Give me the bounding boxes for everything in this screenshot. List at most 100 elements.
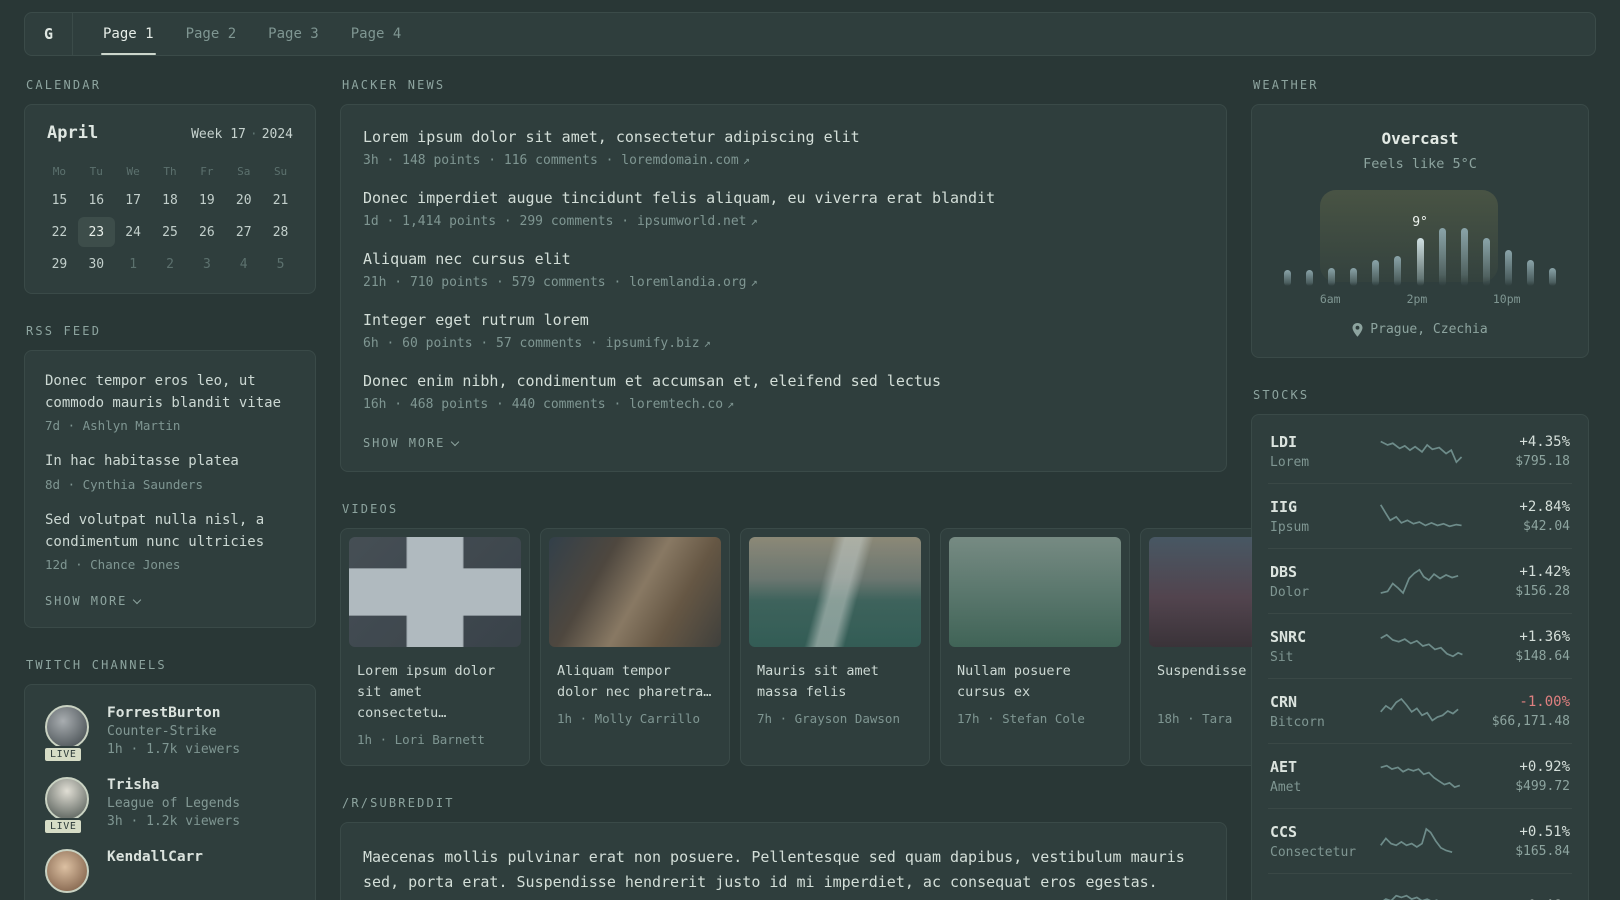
rss-feed-widget: Donec tempor eros leo, ut commodo mauris… — [24, 350, 316, 629]
live-badge: LIVE — [43, 746, 84, 764]
stock-name: Dolor — [1270, 584, 1310, 600]
calendar-day[interactable]: 5 — [262, 249, 299, 279]
nav-tab-page-4[interactable]: Page 4 — [339, 13, 414, 55]
stock-row[interactable]: SNRC Sit +1.36% $148.64 — [1268, 613, 1572, 678]
weather-bar-cell — [1320, 190, 1342, 286]
stock-row[interactable]: DBS Dolor +1.42% $156.28 — [1268, 548, 1572, 613]
videos-carousel: Lorem ipsum dolor sit amet consectetu… 1h… — [340, 528, 1252, 766]
stock-row[interactable]: CRN Bitcorn -1.00% $66,171.48 — [1268, 678, 1572, 743]
calendar-day[interactable]: 15 — [41, 185, 78, 215]
stock-change: +2.84% — [1519, 498, 1570, 515]
twitch-channel-item[interactable]: LIVE ForrestBurton Counter-Strike 1h · 1.7k… — [43, 705, 295, 764]
calendar-day-selected[interactable]: 23 — [77, 217, 115, 247]
calendar-day[interactable]: 29 — [41, 249, 78, 279]
calendar-day[interactable]: 2 — [152, 249, 189, 279]
nav-tab-page-1[interactable]: Page 1 — [91, 13, 166, 55]
separator-dot: · — [249, 127, 258, 142]
reddit-post[interactable]: Maecenas mollis pulvinar erat non posuer… — [363, 845, 1204, 900]
rss-item[interactable]: In hac habitasse platea 8d · Cynthia Saun… — [45, 451, 295, 492]
rss-show-more-button[interactable]: SHOW MORE — [45, 594, 142, 608]
calendar-day[interactable]: 28 — [262, 217, 299, 247]
hn-item-link[interactable]: ipsumify.biz — [606, 336, 700, 351]
stock-row[interactable]: AET Amet +0.92% $499.72 — [1268, 743, 1572, 808]
video-card[interactable]: Nullam posuere cursus ex 17h · Stefan Col… — [940, 528, 1130, 766]
app-logo[interactable]: G — [25, 13, 73, 55]
stocks-widget: LDI Lorem +4.35% $795.18 IIG Ipsum +2.84% $42.0… — [1251, 414, 1589, 900]
hn-item-link[interactable]: loremlandia.org — [629, 275, 746, 290]
video-card[interactable]: Aliquam tempor dolor nec pharetra… 1h · M… — [540, 528, 730, 766]
hn-item-link[interactable]: loremdomain.com — [621, 153, 738, 168]
left-column: CALENDAR April Week 17 · 2024 Mo Tu We Th Fr Sa… — [24, 78, 316, 900]
calendar-day[interactable]: 1 — [115, 249, 152, 279]
external-link-icon: ↗ — [727, 397, 735, 411]
hacker-news-item[interactable]: Integer eget rutrum lorem 6h · 60 points … — [363, 310, 1204, 351]
stock-row[interactable]: LDI Lorem +4.35% $795.18 — [1268, 419, 1572, 483]
hn-item-link[interactable]: loremtech.co — [629, 397, 723, 412]
calendar-day[interactable]: 19 — [188, 185, 225, 215]
external-link-icon: ↗ — [750, 214, 758, 228]
calendar-day[interactable]: 25 — [152, 217, 189, 247]
person-in-field-thumbnail — [1149, 537, 1252, 647]
stock-row[interactable]: AHS+0.46% — [1268, 873, 1572, 900]
stock-symbol: CRN — [1270, 692, 1298, 711]
video-card[interactable]: Lorem ipsum dolor sit amet consectetu… 1h… — [340, 528, 530, 766]
external-link-icon: ↗ — [742, 153, 750, 167]
stock-symbol: CCS — [1270, 822, 1298, 841]
stock-row[interactable]: CCS Consectetur +0.51% $165.84 — [1268, 808, 1572, 873]
hn-item-link[interactable]: ipsumworld.net — [637, 214, 747, 229]
hn-item-title: Donec imperdiet augue tincidunt felis al… — [363, 189, 996, 207]
calendar-day[interactable]: 30 — [78, 249, 115, 279]
weather-bar-cell — [1542, 190, 1564, 286]
stock-symbol: SNRC — [1270, 627, 1307, 646]
calendar-day-name: Su — [273, 164, 288, 178]
weather-bar-cell — [1365, 190, 1387, 286]
chevron-down-icon — [133, 596, 142, 605]
hacker-news-item[interactable]: Aliquam nec cursus elit 21h · 710 points … — [363, 249, 1204, 290]
hacker-news-item[interactable]: Donec enim nibh, condimentum et accumsan… — [363, 371, 1204, 412]
calendar-day[interactable]: 22 — [41, 217, 78, 247]
calendar-day-name: Fr — [200, 164, 214, 178]
stock-symbol: IIG — [1270, 497, 1298, 516]
hn-meta-text: 16h · 468 points · 440 comments · — [363, 397, 630, 412]
calendar-day[interactable]: 4 — [225, 249, 262, 279]
calendar-grid: Mo Tu We Th Fr Sa Su 15 16 17 18 19 20 21 22 23 24 25 26 27… — [41, 159, 299, 279]
video-meta: 18h · Tara — [1157, 711, 1233, 726]
calendar-day[interactable]: 21 — [262, 185, 299, 215]
stock-id: CRN Bitcorn — [1270, 693, 1378, 730]
video-meta: 7h · Grayson Dawson — [757, 711, 900, 726]
video-card[interactable]: Mauris sit amet massa felis 7h · Grayson … — [740, 528, 930, 766]
calendar-day[interactable]: 18 — [152, 185, 189, 215]
rss-item[interactable]: Sed volutpat nulla nisl, a condimentum n… — [45, 510, 295, 572]
rss-item[interactable]: Donec tempor eros leo, ut commodo mauris… — [45, 371, 295, 433]
hn-show-more-button[interactable]: SHOW MORE — [363, 436, 460, 450]
hacker-news-item[interactable]: Lorem ipsum dolor sit amet, consectetur … — [363, 127, 1204, 168]
weather-bar-cell — [1498, 190, 1520, 286]
calendar-day[interactable]: 20 — [225, 185, 262, 215]
show-more-label: SHOW MORE — [363, 436, 446, 450]
stock-id: SNRC Sit — [1270, 628, 1378, 665]
calendar-day[interactable]: 27 — [225, 217, 262, 247]
twitch-channel-item[interactable]: LIVE Trisha League of Legends 3h · 1.2k vie… — [43, 777, 295, 836]
hacker-news-item[interactable]: Donec imperdiet augue tincidunt felis al… — [363, 188, 1204, 229]
rss-item-meta: 8d · Cynthia Saunders — [45, 477, 204, 493]
stock-row[interactable]: IIG Ipsum +2.84% $42.04 — [1268, 483, 1572, 548]
weather-time-label — [1521, 292, 1543, 306]
weather-time-label — [1450, 292, 1472, 306]
rss-item-title: Sed volutpat nulla nisl, a condimentum n… — [45, 512, 265, 550]
stock-price: $795.18 — [1515, 453, 1570, 469]
weather-time-label — [1542, 292, 1564, 306]
twitch-channel-item[interactable]: KendallCarr — [45, 849, 295, 894]
nav-tab-page-2[interactable]: Page 2 — [174, 13, 249, 55]
current-temp-label: 9° — [1412, 215, 1428, 230]
calendar-day[interactable]: 3 — [188, 249, 225, 279]
video-title: Lorem ipsum dolor sit amet consectetu… — [357, 663, 496, 721]
stock-name: Lorem — [1270, 454, 1310, 470]
stock-values: +1.42% $156.28 — [1466, 564, 1570, 599]
calendar-day[interactable]: 24 — [115, 217, 152, 247]
nav-tab-page-3[interactable]: Page 3 — [256, 13, 331, 55]
calendar-day[interactable]: 16 — [78, 185, 115, 215]
calendar-day[interactable]: 17 — [115, 185, 152, 215]
video-card[interactable]: Suspendisse diam 18h · Tara — [1140, 528, 1252, 766]
calendar-year: 2024 — [261, 127, 293, 142]
calendar-day[interactable]: 26 — [188, 217, 225, 247]
